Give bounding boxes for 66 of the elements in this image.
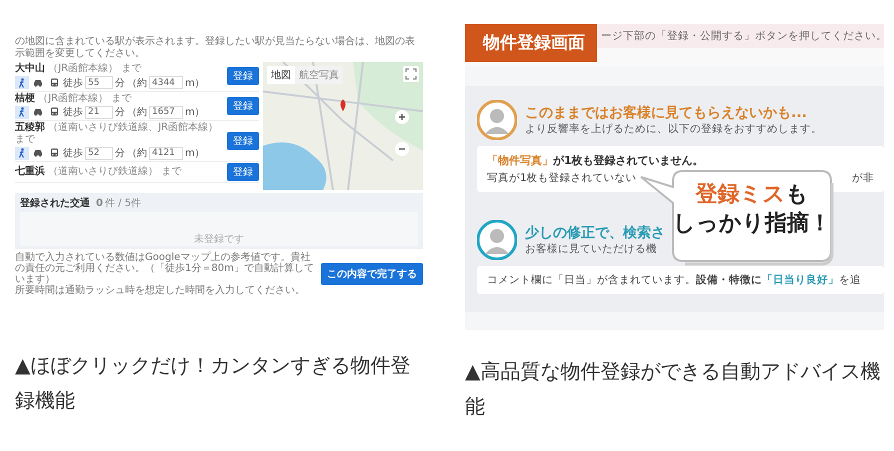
note-text: 所要時間は通勤ラッシュ時を想定した時間を入力してください。 — [15, 285, 306, 296]
register-button[interactable]: 登録 — [227, 132, 259, 150]
walk-mode-button[interactable] — [15, 106, 29, 118]
complete-button[interactable]: この内容で完了する — [321, 263, 423, 285]
advice-subtext: より反響率を上げるために、以下の登録をおすすめします。 — [525, 122, 822, 136]
unit-label: m） — [185, 76, 205, 90]
advice-heading: 少しの修正で、検索さ — [525, 224, 665, 242]
distance-field[interactable]: 4344 — [149, 76, 183, 89]
distance-field[interactable]: 1657 — [149, 106, 183, 118]
approx-label: （約 — [127, 106, 147, 119]
bus-icon — [50, 107, 58, 117]
walk-label: 徒歩 — [63, 76, 83, 90]
map-type-tab[interactable]: 航空写真 — [295, 66, 343, 84]
fullscreen-icon[interactable] — [403, 66, 419, 82]
walk-mode-button[interactable] — [15, 76, 29, 89]
station-name: 五稜郭 （道南いさりび鉄道線、JR函館本線） まで — [15, 122, 220, 145]
map-type-tab[interactable]: 地図 — [267, 66, 295, 84]
note-text: 自動で入力されている数値はGoogleマップ上の参考値です。貴社の責任の元ご利用ください。（「徒歩1分＝80m」で自動計算しています） — [15, 252, 315, 285]
instruction-text: の地図に含まれている駅が表示されます。登録したい駅が見当たらない場合は、地図の表示範囲を変更してください。 — [15, 36, 416, 59]
approx-label: （約 — [127, 76, 147, 90]
zoom-out-icon[interactable] — [395, 142, 409, 156]
unit-label: m） — [185, 106, 205, 119]
avatar-icon — [477, 100, 517, 140]
car-icon — [33, 108, 43, 116]
walk-label: 徒歩 — [63, 146, 83, 160]
caption-text: ▲ほぼクリックだけ！カンタンすぎる物件登録機能 — [15, 352, 412, 414]
unit-label: 分 — [115, 147, 125, 160]
panel-title: 登録された交通 — [20, 196, 90, 210]
card-text: が非 — [852, 171, 874, 185]
walk-mode-button[interactable] — [15, 146, 29, 160]
minutes-field[interactable]: 55 — [85, 76, 113, 89]
station-name: 大中山 （JR函館本線） まで — [15, 63, 142, 74]
approx-label: （約 — [127, 147, 147, 160]
caption-text: ▲高品質な物件登録ができる自動アドバイス機能 — [465, 358, 882, 420]
register-button[interactable]: 登録 — [227, 67, 259, 86]
walking-person-icon — [18, 148, 26, 158]
bus-icon — [50, 148, 58, 158]
car-icon — [33, 78, 43, 86]
station-name: 桔梗 （JR函館本線） まで — [15, 92, 132, 104]
card-text: 写真が1枚も登録されていない — [487, 171, 637, 185]
register-button[interactable]: 登録 — [227, 96, 259, 115]
empty-message: 未登録です — [194, 232, 244, 246]
register-button[interactable]: 登録 — [227, 163, 259, 181]
zoom-in-icon[interactable] — [395, 110, 409, 124]
avatar-icon — [477, 220, 517, 260]
advice-heading: このままではお客様に見てもらえないかも... — [525, 104, 808, 122]
minutes-field[interactable]: 52 — [85, 146, 113, 160]
count-text: 0 件 / 5件 — [96, 197, 142, 210]
screen-title-label: 物件登録画面 — [465, 24, 597, 62]
unit-label: 分 — [115, 76, 125, 90]
card-title: 「物件写真」が1枚も登録されていません。 — [487, 153, 705, 168]
bus-icon — [50, 78, 58, 88]
unit-label: m） — [185, 147, 205, 160]
card-text: コメント欄に「日当」が含まれています。設備・特徴に「日当り良好」を追 — [487, 273, 862, 287]
bubble-text: 登録ミス も — [694, 181, 810, 209]
bubble-text: しっかり指摘！ — [673, 210, 831, 238]
unit-label: 分 — [115, 106, 125, 119]
walking-person-icon — [18, 78, 26, 88]
distance-field[interactable]: 4121 — [149, 146, 183, 160]
station-name: 七重浜 （道南いさりび鉄道線） まで — [15, 166, 182, 178]
car-icon — [33, 149, 43, 157]
walking-person-icon — [18, 107, 26, 117]
walk-label: 徒歩 — [63, 106, 83, 119]
notice-text: ージ下部の「登録・公開する」ボタンを押してください。 — [601, 30, 884, 42]
advice-subtext: お客様に見ていただける機 — [525, 242, 658, 256]
minutes-field[interactable]: 21 — [85, 106, 113, 118]
